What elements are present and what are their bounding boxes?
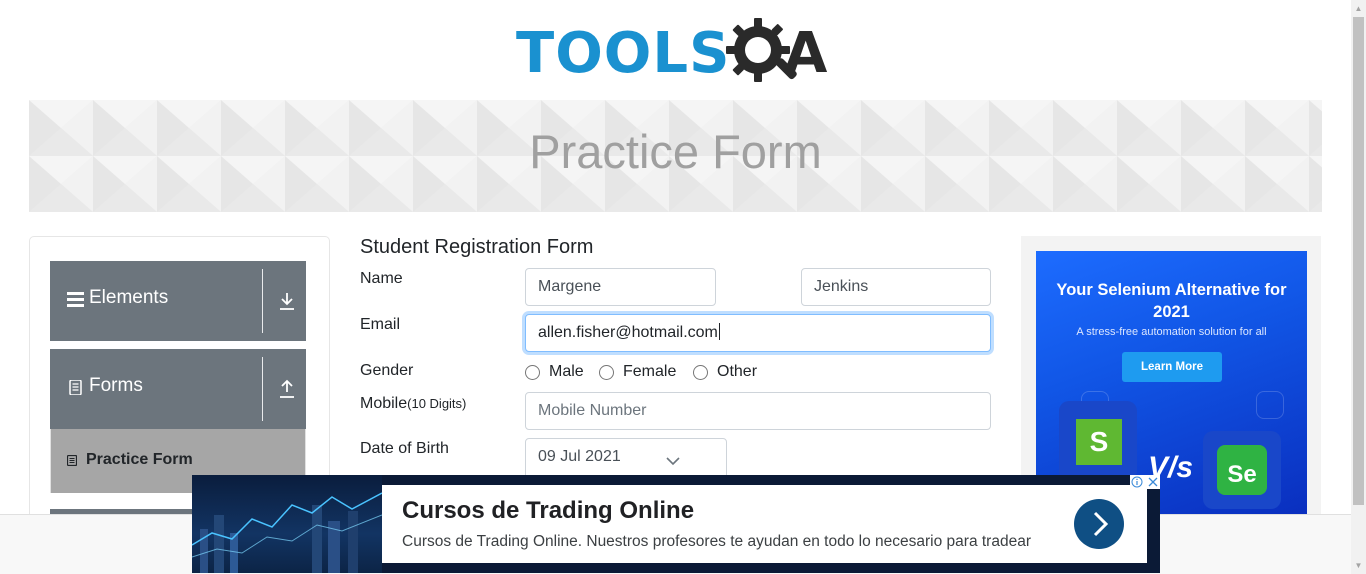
vertical-scrollbar[interactable]: ▲ ▼ [1351,0,1366,574]
hamburger-icon [67,292,84,307]
ad-s-logo: S [1076,419,1122,465]
logo-text: TOOLS [516,21,731,86]
learn-more-button[interactable]: Learn More [1122,352,1222,382]
gender-label: Gender [360,362,414,379]
email-label: Email [360,316,401,333]
form-title: Student Registration Form [360,236,594,258]
ad-decoration [1256,391,1284,419]
sidebar-group-label: Elements [89,287,169,308]
divider [262,357,263,421]
radio-label: Male [549,363,584,380]
info-close-icon [1131,476,1158,488]
trading-chart-image [192,475,382,573]
gender-radio-male[interactable]: Male [525,362,584,382]
sidebar-group-forms[interactable]: Forms [50,349,306,429]
ad-subtitle: A stress-free automation solution for al… [1076,326,1267,338]
mobile-input[interactable]: Mobile Number [525,392,991,430]
page-title: Practice Form [529,125,822,178]
ad-s-tile: S [1059,401,1137,481]
ad-headline: Cursos de Trading Online [402,497,695,524]
right-ad-container: Your Selenium Alternative for 2021 A str… [1021,236,1321,514]
toolsqa-logo[interactable]: TOOLS A [516,14,840,92]
chevron-down-icon [666,457,680,466]
bottom-ad[interactable]: Cursos de Trading Online Cursos de Tradi… [192,475,1160,573]
divider [262,269,263,333]
document-icon [69,380,82,395]
download-arrow-icon[interactable] [278,291,296,311]
sidebar-group-elements[interactable]: Elements [50,261,306,341]
scroll-down-icon[interactable]: ▼ [1351,557,1366,574]
upload-arrow-icon[interactable] [278,379,296,399]
email-input-value: allen.fisher@hotmail.com [538,324,718,341]
email-input[interactable]: allen.fisher@hotmail.com [525,314,991,352]
scroll-thumb[interactable] [1353,17,1364,505]
sidebar-group-label: Forms [89,375,143,396]
last-name-input[interactable]: Jenkins [801,268,991,306]
ad-description: Cursos de Trading Online. Nuestros profe… [402,533,1031,550]
sidebar-item-label: Practice Form [86,451,193,468]
radio-label: Female [623,363,677,380]
radio-circle[interactable] [525,364,540,380]
mobile-label-text: Mobile [360,395,408,412]
ad-selenium-logo: Se [1217,445,1267,495]
radio-circle[interactable] [693,364,708,380]
ad-se-tile: Se [1203,431,1281,509]
first-name-input[interactable]: Margene [525,268,716,306]
page: TOOLS A Practice Form Elements Forms Pra… [0,0,1366,574]
ad-go-button[interactable] [1074,499,1124,549]
name-label: Name [360,270,403,287]
page-banner: Practice Form [29,100,1322,212]
dob-label: Date of Birth [360,440,449,457]
logo-suffix: A [784,21,828,86]
radio-circle[interactable] [599,364,614,380]
gender-radio-other[interactable]: Other [693,362,757,382]
ad-choices[interactable] [1130,475,1160,489]
text-caret [718,323,720,340]
radio-label: Other [717,363,758,380]
ad-card[interactable]: Cursos de Trading Online Cursos de Tradi… [382,485,1147,563]
ad-title: Your Selenium Alternative for 2021 [1056,281,1287,321]
form-icon [67,455,77,466]
scroll-up-icon[interactable]: ▲ [1351,0,1366,17]
gender-radio-female[interactable]: Female [599,362,676,382]
chevron-right-icon [1093,511,1109,537]
chart-lines [192,492,382,573]
mobile-hint: (10 Digits) [407,396,467,411]
mobile-label: Mobile(10 Digits) [360,395,466,413]
